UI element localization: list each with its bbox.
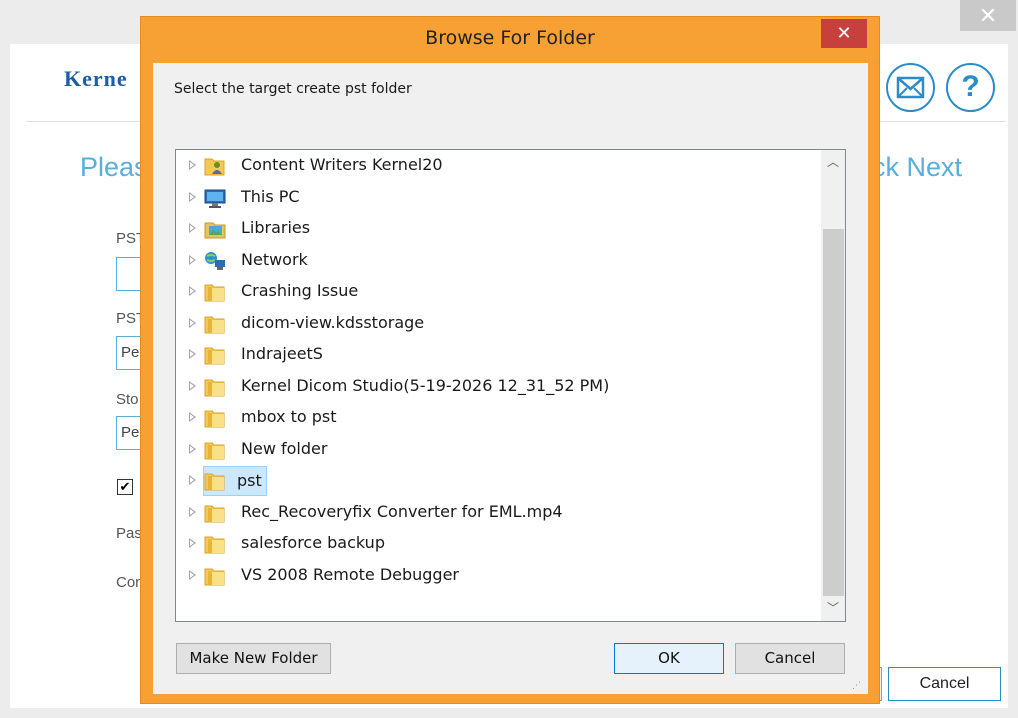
folder-icon	[203, 470, 227, 492]
folder-icon	[203, 533, 227, 555]
tree-item[interactable]: Crashing Issue	[176, 277, 816, 307]
tree-item[interactable]: New folder	[176, 435, 816, 465]
tree-item[interactable]: IndrajeetS	[176, 340, 816, 370]
folder-icon	[203, 565, 227, 587]
expand-arrow-icon[interactable]	[189, 412, 196, 422]
folder-icon	[203, 502, 227, 524]
tree-item-selected[interactable]: pst	[176, 466, 816, 496]
instruction-text-right: ick Next	[866, 152, 963, 182]
expand-arrow-icon[interactable]	[189, 160, 196, 170]
folder-icon	[203, 407, 227, 429]
expand-arrow-icon[interactable]	[189, 538, 196, 548]
tree-item[interactable]: salesforce backup	[176, 529, 816, 559]
dialog-description: Select the target create pst folder	[174, 81, 412, 97]
folder-icon	[203, 281, 227, 303]
dialog-title: Browse For Folder	[425, 27, 595, 49]
tree-item[interactable]: dicom-view.kdsstorage	[176, 309, 816, 339]
libraries-icon	[203, 218, 227, 240]
folder-icon	[203, 439, 227, 461]
instruction-text-left: Pleas	[80, 152, 148, 182]
tree-item-label: Libraries	[241, 218, 311, 237]
brand-logo: Kerne	[64, 66, 128, 91]
option-checkbox[interactable]: ✔	[117, 479, 133, 495]
tree-item[interactable]: Network	[176, 246, 816, 276]
tree-item-label: Crashing Issue	[241, 281, 359, 300]
expand-arrow-icon[interactable]	[189, 286, 196, 296]
folder-tree[interactable]: Content Writers Kernel20 This PC Libraries…	[175, 149, 846, 622]
folder-icon	[203, 313, 227, 335]
expand-arrow-icon[interactable]	[189, 254, 196, 265]
envelope-icon	[896, 76, 925, 99]
expand-arrow-icon[interactable]	[189, 191, 196, 202]
expand-arrow-icon[interactable]	[189, 317, 196, 328]
tree-item-label: IndrajeetS	[241, 344, 323, 363]
folder-icon	[203, 376, 227, 398]
expand-arrow-icon[interactable]	[189, 569, 196, 580]
dialog-body: Select the target create pst folder Cont…	[153, 63, 868, 694]
folder-icon	[203, 344, 227, 366]
field-label: Sto	[116, 391, 139, 408]
help-button[interactable]: ?	[946, 63, 995, 112]
tree-item-label: mbox to pst	[241, 407, 337, 426]
field-label: Pas	[116, 525, 142, 542]
tree-item[interactable]: Content Writers Kernel20	[176, 151, 816, 181]
expand-arrow-icon[interactable]	[189, 443, 196, 454]
vertical-scrollbar[interactable]: ︿ ﹀	[821, 150, 845, 621]
tree-item-label: Kernel Dicom Studio(5-19-2026 12_31_52 P…	[241, 375, 610, 395]
expand-arrow-icon[interactable]	[189, 223, 196, 233]
expand-arrow-icon[interactable]	[189, 475, 196, 485]
tree-item-label: This PC	[241, 186, 300, 206]
cancel-button[interactable]: Cancel	[735, 643, 845, 674]
tree-item-label: salesforce backup	[241, 533, 385, 552]
scroll-up-arrow-icon[interactable]: ︿	[821, 150, 845, 174]
tree-item-label: Content Writers Kernel20	[241, 155, 443, 174]
tree-item-label: Rec_Recoveryfix Converter for EML.mp4	[241, 501, 563, 521]
app-close-button[interactable]: ✕	[960, 0, 1016, 31]
browse-folder-dialog: Browse For Folder ✕ Select the target cr…	[140, 16, 880, 704]
app-cancel-button[interactable]: Cancel	[888, 667, 1001, 701]
make-new-folder-button[interactable]: Make New Folder	[176, 643, 331, 674]
scroll-down-arrow-icon[interactable]: ﹀	[821, 596, 845, 620]
expand-arrow-icon[interactable]	[189, 349, 196, 359]
expand-arrow-icon[interactable]	[189, 380, 196, 391]
tree-item[interactable]: This PC	[176, 183, 816, 213]
tree-item[interactable]: Libraries	[176, 214, 816, 244]
mail-button[interactable]	[886, 63, 935, 112]
user-folder-icon	[203, 155, 227, 177]
resize-grip-icon[interactable]: ⋰	[852, 680, 864, 692]
dialog-close-button[interactable]: ✕	[821, 19, 867, 48]
computer-icon	[203, 187, 227, 209]
tree-item[interactable]: mbox to pst	[176, 403, 816, 433]
tree-item[interactable]: VS 2008 Remote Debugger	[176, 561, 816, 591]
network-icon	[203, 250, 227, 272]
tree-item[interactable]: Rec_Recoveryfix Converter for EML.mp4	[176, 498, 816, 528]
expand-arrow-icon[interactable]	[189, 506, 196, 517]
ok-button[interactable]: OK	[614, 643, 724, 674]
scrollbar-thumb[interactable]	[823, 229, 844, 596]
tree-item-label: Network	[241, 249, 308, 269]
tree-item-label: VS 2008 Remote Debugger	[241, 564, 460, 584]
tree-item[interactable]: Kernel Dicom Studio(5-19-2026 12_31_52 P…	[176, 372, 816, 402]
tree-item-label: New folder	[241, 438, 328, 458]
question-icon: ?	[961, 70, 980, 103]
tree-item-label: dicom-view.kdsstorage	[241, 312, 425, 332]
